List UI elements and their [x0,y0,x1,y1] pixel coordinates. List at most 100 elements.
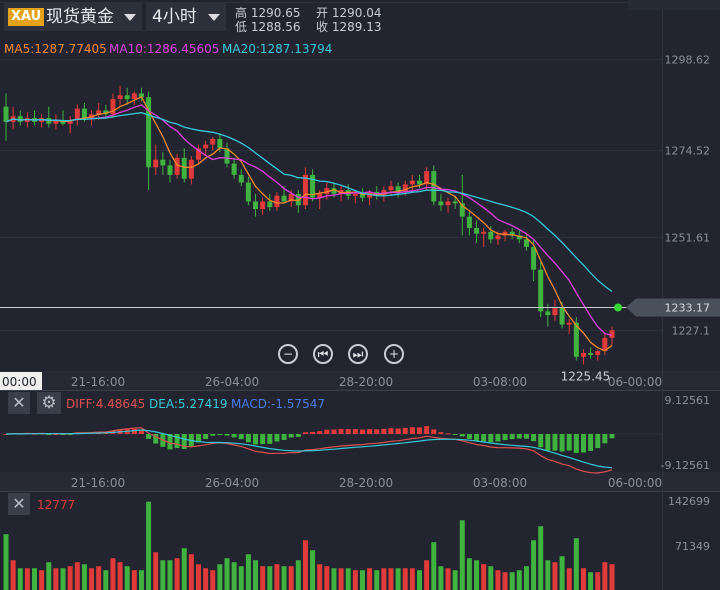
macd-tick-label: 9.12561 [665,394,711,407]
volume-bar [381,568,387,590]
ohlc-open: 开 1290.04 [316,6,382,20]
time-axis-label: 03-08:00 [473,375,527,389]
volume-bar [32,568,38,590]
close-icon: ✕ [12,393,26,412]
candle-body [217,138,223,149]
ohlc-low: 低 1288.56 [235,20,301,34]
volume-bar [39,570,45,590]
volume-bar [195,564,201,590]
volume-bar [17,568,23,590]
zoom-out-button[interactable]: − [278,344,298,364]
symbol-name: 现货黄金 [46,7,114,27]
volume-bar [459,520,465,590]
chevron-down-icon [208,14,220,21]
close-icon: ✕ [12,494,26,513]
macd-histogram-bar [324,429,330,434]
macd-histogram-bar [331,429,337,434]
volume-bar [359,570,365,590]
ma5-line [5,95,613,352]
macd-histogram-bar [203,434,209,440]
symbol-selector[interactable]: XAU 现货黄金 [4,3,142,31]
macd-histogram-bar [295,434,301,437]
ma20-line [5,112,613,293]
volume-bar [531,540,537,590]
macd-histogram-bar [609,434,615,439]
macd-histogram-bar [367,429,373,434]
macd-histogram-bar [310,431,316,434]
volume-bar [53,568,59,590]
volume-bar [60,568,66,590]
volume-bar [509,572,515,590]
volume-bar [367,568,373,590]
candle-body [588,353,594,355]
candle-body [566,322,572,325]
macd-histogram-bar [210,434,216,436]
candle-body [117,95,123,100]
volume-bar [153,552,159,590]
timeframe-selector[interactable]: 4小时 [146,3,226,31]
close-volume-button[interactable]: ✕ [8,493,30,515]
volume-bar [117,562,123,590]
macd-histogram-bar [245,434,251,443]
gear-icon: ⚙ [41,393,57,413]
candle-body [131,93,137,100]
candle-body [552,307,558,316]
volume-bar [188,554,194,590]
macd-histogram-bar [417,427,423,434]
macd-histogram-bar [495,434,501,442]
zoom-in-button[interactable]: + [384,344,404,364]
candle-body [281,195,287,202]
macd-histogram-bar [488,434,494,443]
price-tick-label: 1251.61 [665,232,711,245]
price-tick-label: 1227.1 [672,325,711,338]
jump-end-button[interactable]: ⏭ [348,344,368,364]
macd-histogram-bar [395,428,401,434]
volume-bar [310,550,316,590]
candle-body [609,330,615,338]
macd-settings-button[interactable]: ⚙ [37,392,61,414]
volume-bar [288,566,294,590]
close-macd-button[interactable]: ✕ [8,392,30,414]
macd-histogram-bar [409,427,415,434]
candle-body [81,108,87,119]
volume-bar [331,568,337,590]
candle-body [160,159,166,166]
volume-bar [167,560,173,590]
volume-bar [338,568,344,590]
volume-bar [245,554,251,590]
ma10-legend: MA10:1286.45605 [109,42,220,56]
volume-bar [481,564,487,590]
jump-start-button[interactable]: ⏮ [313,344,333,364]
volume-bar [181,548,187,590]
volume-bar [3,534,9,590]
macd-histogram-bar [566,434,572,451]
volume-bar [138,570,144,590]
macd-histogram-bar [424,426,430,434]
last-price-dot [614,303,622,312]
volume-bar [573,538,579,590]
macd-histogram-bar [381,428,387,434]
candle-body [260,201,266,210]
macd-histogram-bar [217,434,223,435]
candle-body [238,174,244,183]
macd-histogram-bar [253,434,259,445]
volume-bar [160,560,166,590]
macd-histogram-bar [481,434,487,442]
macd-histogram-bar [352,429,358,434]
candle-body [274,195,280,208]
candle-body [174,157,180,175]
volume-bar [516,570,522,590]
volume-bar [374,570,380,590]
volume-bar [552,562,558,590]
time-axis-label: 28-20:00 [339,375,393,389]
candle-body [481,231,487,234]
kline-chart[interactable]: 1313.621298.621274.521251.611227.11233.1… [0,0,720,590]
ohlc-close: 收 1289.13 [316,20,382,34]
macd-tick-label: -9.12561 [661,459,710,472]
candle-body [445,201,451,206]
macd-histogram-bar [338,428,344,434]
volume-bar [609,564,615,590]
candle-body [531,246,537,270]
ma10-line [5,104,613,337]
volume-bar [110,558,116,590]
